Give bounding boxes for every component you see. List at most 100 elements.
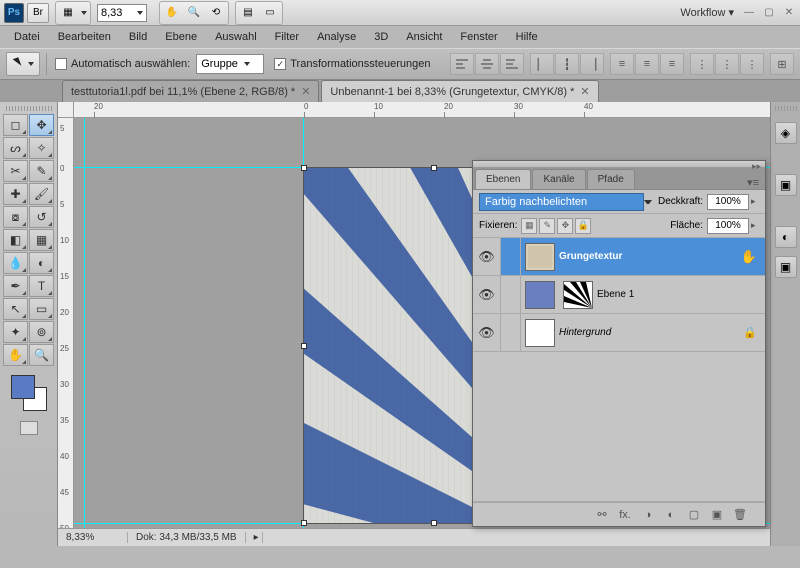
shape-tool[interactable]: ▭ [29,298,54,320]
dock-layers-icon[interactable]: ◈ [775,122,797,144]
type-tool[interactable]: T [29,275,54,297]
color-swatches[interactable] [9,373,49,413]
guide[interactable] [84,118,85,528]
group-icon[interactable]: ▢ [684,506,704,524]
auto-select-checkbox[interactable]: Automatisch auswählen: [55,58,190,70]
link-layers-icon[interactable]: ⚯ [592,506,612,524]
panel-grip[interactable] [775,106,797,111]
delete-layer-icon[interactable]: 🗑 [730,506,750,524]
tab-kanaele[interactable]: Kanäle [532,169,585,189]
fx-icon[interactable]: fx. [615,506,635,524]
dist-top-icon[interactable]: ≡ [610,53,634,75]
menu-fenster[interactable]: Fenster [452,28,505,46]
close-button[interactable]: ✕ [782,6,796,20]
path-select-tool[interactable]: ↖ [3,298,28,320]
dist-vcenter-icon[interactable]: ≡ [635,53,659,75]
menu-auswahl[interactable]: Auswahl [207,28,265,46]
panel-menu-icon[interactable]: ▾≡ [741,176,765,189]
move-tool[interactable]: ✥ [29,114,54,136]
auto-select-target[interactable]: Gruppe [196,54,264,74]
opacity-slider-icon[interactable]: ▸ [751,196,759,207]
close-icon[interactable]: ✕ [301,85,310,98]
visibility-icon[interactable]: 👁 [473,276,501,313]
auto-align-icon[interactable]: ⊞ [770,53,794,75]
ruler-vertical[interactable]: 5 0 5 10 15 20 25 30 35 40 45 50 [58,118,74,546]
zoom-select[interactable]: 8,33 [97,4,147,22]
screenmode-icon[interactable]: ▭ [259,3,281,23]
lock-pixels-icon[interactable]: ✎ [539,218,555,234]
workspace-switcher[interactable]: Workflow ▾ [680,6,734,19]
layers-empty-area[interactable] [473,352,765,502]
panel-grip[interactable] [6,106,52,111]
layer-row[interactable]: 👁 Hintergrund 🔒 [473,314,765,352]
blend-mode-select[interactable]: Farbig nachbelichten [479,193,644,211]
wand-tool[interactable]: ✧ [29,137,54,159]
fg-color-swatch[interactable] [11,375,35,399]
link-column[interactable] [501,238,521,275]
launch-more[interactable] [79,3,89,23]
visibility-icon[interactable]: 👁 [473,238,501,275]
menu-3d[interactable]: 3D [366,28,396,46]
layer-thumbnail[interactable] [525,319,555,347]
dock-camera-icon[interactable]: ▣ [775,256,797,278]
status-more-icon[interactable]: ▸ [246,532,263,543]
link-column[interactable] [501,314,521,351]
fill-slider-icon[interactable]: ▸ [751,220,759,231]
minimize-button[interactable]: — [742,6,756,20]
bridge-button[interactable]: Br [27,3,49,23]
menu-ansicht[interactable]: Ansicht [398,28,450,46]
link-column[interactable] [501,276,521,313]
menu-ebene[interactable]: Ebene [157,28,205,46]
tab-ebenen[interactable]: Ebenen [475,169,531,189]
layer-row[interactable]: 👁 Ebene 1 [473,276,765,314]
hand-icon[interactable]: ✋ [161,3,183,23]
adjustment-icon[interactable]: ◐ [661,506,681,524]
3d-tool[interactable]: ✦ [3,321,28,343]
doc-tab-1[interactable]: testtutoria1l.pdf bei 11,1% (Ebene 2, RG… [62,80,319,102]
layer-name[interactable]: Grungetextur [559,251,741,262]
lock-position-icon[interactable]: ✥ [557,218,573,234]
layer-thumbnail[interactable] [525,243,555,271]
marquee-tool[interactable]: ◻ [3,114,28,136]
brush-tool[interactable]: 🖌 [29,183,54,205]
chevron-down-icon[interactable] [644,200,652,204]
mask-icon[interactable]: ◑ [638,506,658,524]
app-logo[interactable]: Ps [4,3,24,23]
status-zoom[interactable]: 8,33% [58,532,128,543]
layer-row[interactable]: 👁 Grungetextur ✋ [473,238,765,276]
3d-camera-tool[interactable]: ⊚ [29,321,54,343]
eraser-tool[interactable]: ◧ [3,229,28,251]
arrange-icon[interactable]: ▤ [237,3,259,23]
new-layer-icon[interactable]: ▣ [707,506,727,524]
heal-tool[interactable]: ✚ [3,183,28,205]
menu-analyse[interactable]: Analyse [309,28,364,46]
pen-tool[interactable]: ✒ [3,275,28,297]
close-icon[interactable]: ✕ [580,85,589,98]
history-brush-tool[interactable]: ↺ [29,206,54,228]
layer-name[interactable]: Ebene 1 [597,289,765,300]
dock-history-icon[interactable]: ▣ [775,174,797,196]
menu-hilfe[interactable]: Hilfe [508,28,546,46]
layer-thumbnail[interactable] [525,281,555,309]
dist-hcenter-icon[interactable]: ⋮ [715,53,739,75]
lasso-tool[interactable]: ᔕ [3,137,28,159]
align-right-icon[interactable]: ▕ [580,53,604,75]
menu-filter[interactable]: Filter [267,28,307,46]
fill-value[interactable]: 100% [707,218,749,234]
dist-left-icon[interactable]: ⋮ [690,53,714,75]
dock-adjust-icon[interactable]: ◐ [775,226,797,248]
collapse-icon[interactable]: ▸▸ [752,161,761,167]
crop-tool[interactable]: ✂ [3,160,28,182]
eyedropper-tool[interactable]: ✎ [29,160,54,182]
rotate-view-icon[interactable]: ⟲ [205,3,227,23]
blur-tool[interactable]: 💧 [3,252,28,274]
film-icon[interactable]: ▦ [57,3,79,23]
menu-datei[interactable]: Datei [6,28,48,46]
align-top-icon[interactable] [450,53,474,75]
dist-right-icon[interactable]: ⋮ [740,53,764,75]
quickmask-toggle[interactable] [20,421,38,435]
align-vcenter-icon[interactable] [475,53,499,75]
ruler-horizontal[interactable]: 20 0 10 20 30 40 [74,102,770,118]
stamp-tool[interactable]: ⧇ [3,206,28,228]
current-tool-icon[interactable] [6,52,40,76]
